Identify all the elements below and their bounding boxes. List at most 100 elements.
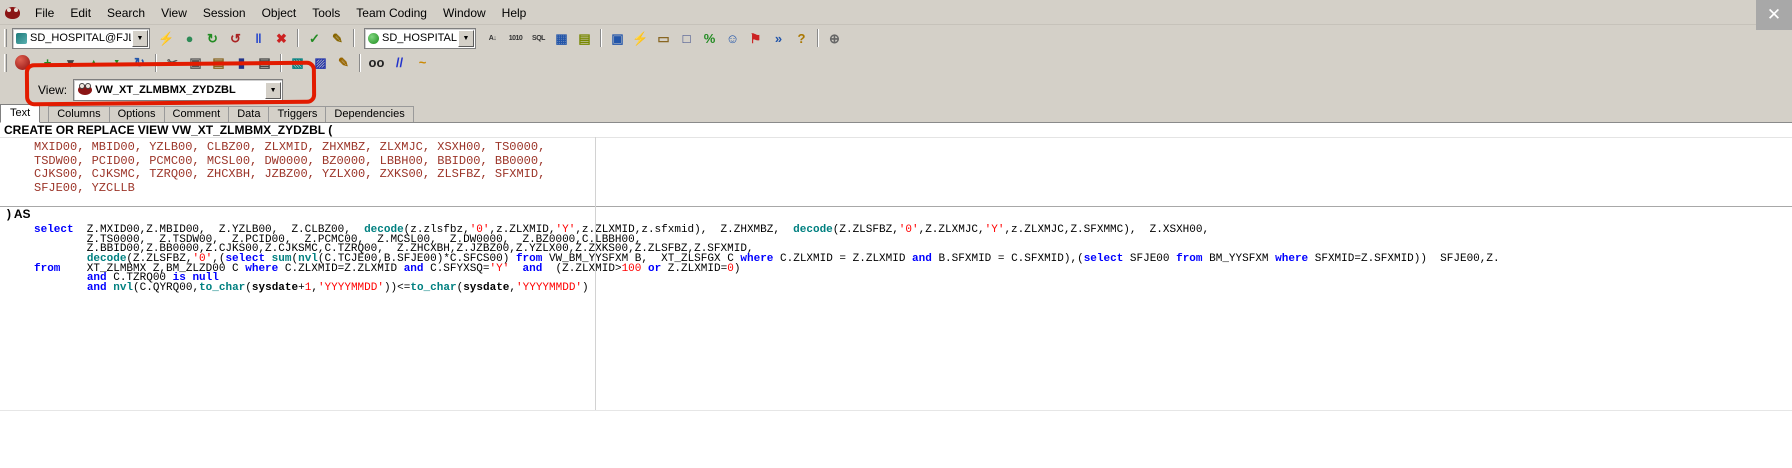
sort-az-icon: A↓	[488, 34, 497, 42]
tab-options[interactable]: Options	[109, 106, 165, 122]
add-icon: +	[43, 55, 52, 70]
panel-divider-line	[0, 410, 1792, 411]
sql-text-panel[interactable]: select Z.MXID00,Z.MBID00, Z.YZLB00, Z.CL…	[0, 222, 1792, 294]
paste-button[interactable]: ▤	[207, 52, 230, 73]
format-code-icon: ~	[418, 55, 427, 70]
tab-data[interactable]: Data	[229, 106, 270, 122]
menu-edit[interactable]: Edit	[62, 3, 99, 23]
menu-help[interactable]: Help	[494, 3, 535, 23]
copy-icon: ▣	[189, 55, 202, 70]
pause-button[interactable]: ‖	[247, 28, 270, 49]
dropdown-icon: ▾	[67, 55, 74, 70]
menu-view[interactable]: View	[153, 3, 195, 23]
grid-button[interactable]: ▦	[550, 28, 573, 49]
sort-az-button[interactable]: A↓	[481, 28, 504, 49]
toolbar-grip[interactable]	[4, 29, 7, 47]
describe-icon: ✓	[309, 30, 320, 46]
globe-button[interactable]: ●	[178, 28, 201, 49]
toolbar-separator	[297, 29, 299, 47]
connection-combo-dropdown-icon[interactable]: ▼	[132, 29, 148, 47]
view-label: View:	[38, 83, 68, 97]
format-code-button[interactable]: ~	[411, 52, 434, 73]
sql-line: from XT_ZLMBMX Z,BM_ZLZD00 C where C.ZLX…	[34, 262, 741, 275]
tab-triggers[interactable]: Triggers	[269, 106, 327, 122]
menu-tools[interactable]: Tools	[304, 3, 348, 23]
schema-combo-dropdown-icon[interactable]: ▼	[458, 29, 474, 47]
save-icon: ▮	[237, 55, 246, 70]
describe-button[interactable]: ✓	[303, 28, 326, 49]
tab-comment[interactable]: Comment	[164, 106, 230, 122]
connection-combo[interactable]: SD_HOSPITAL@FJLNYY( ▼	[12, 27, 150, 49]
filter-edit-icon: ✎	[332, 30, 343, 46]
new-connection-icon: ⚡	[158, 30, 175, 46]
session-windows-button[interactable]: □	[675, 28, 698, 49]
schema-combo[interactable]: SD_HOSPITAL ▼	[364, 27, 476, 49]
team-coding-button[interactable]: ☺	[721, 28, 744, 49]
find-binoculars-button[interactable]: oo	[365, 52, 388, 73]
demote-button[interactable]: ▼	[105, 52, 128, 73]
load-from-file-button[interactable]: ▧	[286, 52, 309, 73]
columns-line: CJKS00, CJKSMC, TZRQ00, ZHCXBH, JZBZ00, …	[34, 167, 546, 181]
schema-browser-button[interactable]: ▣	[606, 28, 629, 49]
add-button[interactable]: +	[36, 52, 59, 73]
rollback-button[interactable]: ↺	[224, 28, 247, 49]
edit-pencil-button[interactable]: ✎	[332, 52, 355, 73]
comment-button[interactable]: //	[388, 52, 411, 73]
help-button[interactable]: ?	[790, 28, 813, 49]
gear-button[interactable]: ⊕	[823, 28, 846, 49]
toolbar-separator	[155, 53, 157, 72]
report-icon: ▤	[578, 30, 591, 46]
open-file-button[interactable]: ▭	[652, 28, 675, 49]
tab-dependencies[interactable]: Dependencies	[326, 106, 414, 122]
sql-editor-button[interactable]: ⚡	[629, 28, 652, 49]
sql-pencil-button[interactable]: SQL	[527, 28, 550, 49]
promote-button[interactable]: ▲	[82, 52, 105, 73]
commit-button[interactable]: ↻	[201, 28, 224, 49]
copy-button[interactable]: ▣	[184, 52, 207, 73]
percent-button[interactable]: %	[698, 28, 721, 49]
main-toolbar-left-buttons: ⚡ ● ↻ ↺ ‖ ✖ ✓ ✎	[155, 28, 359, 49]
menu-window[interactable]: Window	[435, 3, 494, 23]
load-from-file-icon: ▧	[291, 55, 304, 70]
menu-search[interactable]: Search	[99, 3, 153, 23]
toolbar-separator	[280, 53, 282, 72]
cut-button[interactable]: ✂	[161, 52, 184, 73]
new-connection-button[interactable]: ⚡	[155, 28, 178, 49]
menu-file[interactable]: File	[27, 3, 62, 23]
schema-combo-value: SD_HOSPITAL	[382, 32, 457, 44]
flags-icon: ⚑	[749, 30, 762, 46]
columns-line: MXID00, MBID00, YZLB00, CLBZ00, ZLXMID, …	[34, 140, 546, 154]
window-close-button[interactable]: ✕	[1756, 0, 1792, 30]
menu-session[interactable]: Session	[195, 3, 254, 23]
columns-list-panel[interactable]: MXID00, MBID00, YZLB00, CLBZ00, ZLXMID, …	[0, 137, 1792, 207]
toolbar-separator	[817, 29, 819, 47]
toolbar-grip[interactable]	[4, 53, 7, 72]
cut-icon: ✂	[167, 55, 178, 70]
next-window-button[interactable]: »	[767, 28, 790, 49]
main-toolbar: SD_HOSPITAL@FJLNYY( ▼ ⚡ ● ↻ ↺ ‖ ✖ ✓ ✎ SD_HOSPIT…	[0, 26, 1792, 50]
view-selector-combo[interactable]: VW_XT_ZLMBMX_ZYDZBL ▼	[73, 79, 284, 101]
toolbar-separator	[359, 53, 361, 72]
connection-icon	[16, 32, 27, 44]
save-to-file-button[interactable]: ▨	[309, 52, 332, 73]
team-coding-icon: ☺	[725, 30, 740, 46]
print-button[interactable]: ▤	[253, 52, 276, 73]
tab-text[interactable]: Text	[0, 104, 41, 123]
calculator-1010-button[interactable]: 1010	[504, 28, 527, 49]
report-button[interactable]: ▤	[573, 28, 596, 49]
sql-editor-icon: ⚡	[632, 30, 649, 46]
refresh-button[interactable]: ↻	[128, 52, 151, 73]
tab-columns[interactable]: Columns	[48, 106, 110, 122]
menu-object[interactable]: Object	[254, 3, 305, 23]
filter-edit-button[interactable]: ✎	[326, 28, 349, 49]
promote-icon: ▲	[90, 59, 97, 66]
stop-button[interactable]: ✖	[270, 28, 293, 49]
red-circle-icon[interactable]	[15, 55, 30, 70]
sql-pencil-icon: SQL	[532, 34, 545, 42]
save-button[interactable]: ▮	[230, 52, 253, 73]
dropdown-button[interactable]: ▾	[59, 52, 82, 73]
menu-team-coding[interactable]: Team Coding	[348, 3, 435, 23]
view-selector-dropdown-icon[interactable]: ▼	[265, 81, 282, 99]
calculator-1010-icon: 1010	[508, 34, 523, 42]
flags-button[interactable]: ⚑	[744, 28, 767, 49]
